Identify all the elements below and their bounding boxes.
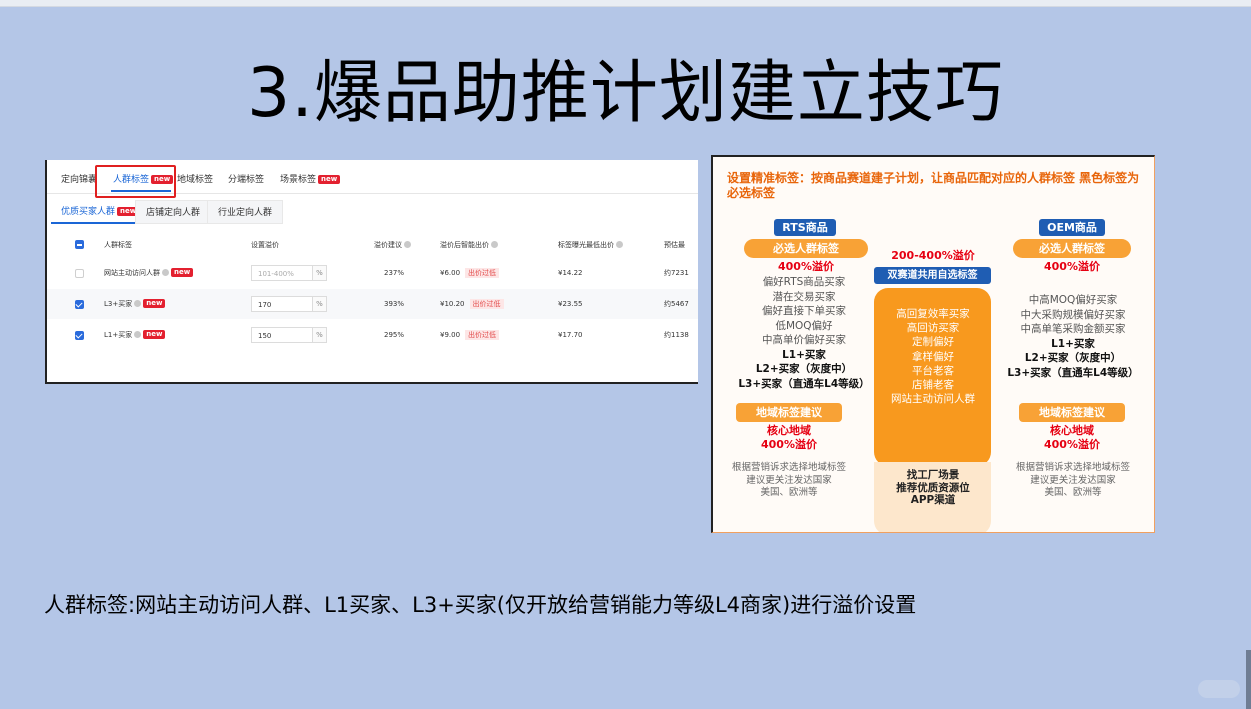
smart-bid: ¥9.00 出价过低 xyxy=(440,330,500,340)
rts-rate: 400%溢价 xyxy=(778,260,834,273)
subtab-store-crowd[interactable]: 店铺定向人群 xyxy=(135,200,212,224)
new-badge: new xyxy=(318,175,341,184)
subtab-industry-crowd[interactable]: 行业定向人群 xyxy=(207,200,284,224)
watermark xyxy=(1198,680,1240,698)
help-icon[interactable] xyxy=(134,300,142,307)
crowd-tag-name: 网站主动访问人群 new xyxy=(104,268,194,278)
center-rate: 200-400%溢价 xyxy=(891,249,975,262)
region-left-note: 根据营销诉求选择地域标签 建议更关注发达国家 美国、欧洲等 xyxy=(731,462,846,498)
bid-too-low-chip: 出价过低 xyxy=(465,268,500,278)
estimate: 约7231 xyxy=(664,269,689,277)
row-checkbox[interactable] xyxy=(75,331,84,340)
column-header-min-bid: 标签曝光最低出价 xyxy=(558,240,623,250)
scene-list: 找工厂场景 推荐优质资源位 APP渠道 xyxy=(896,469,970,506)
tag-strategy-infographic: 设置精准标签：按商品赛道建子计划，让商品匹配对应的人群标签 黑色标签为必选标签 … xyxy=(711,155,1155,533)
rts-title: RTS商品 xyxy=(774,219,836,236)
premium-suggestion: 393% xyxy=(384,300,405,308)
help-icon[interactable] xyxy=(491,241,498,248)
tab-scene-tags[interactable]: 场景标签 new xyxy=(280,174,341,186)
oem-title: OEM商品 xyxy=(1039,219,1105,236)
region-right-note: 根据营销诉求选择地域标签 建议更关注发达国家 美国、欧洲等 xyxy=(1015,462,1130,498)
crowd-tag-panel: 定向锦囊 人群标签 new 地域标签 分端标签 场景标签 new 优质买家人群 new… xyxy=(45,160,698,384)
rts-tag-list: 偏好RTS商品买家 潜在交易买家 偏好直接下单买家 低MOQ偏好 中高单价偏好买… xyxy=(738,276,870,390)
new-badge: new xyxy=(171,268,194,277)
crowd-tag-name: L3+买家 new xyxy=(104,299,166,309)
region-right-pill: 地域标签建议 xyxy=(1019,403,1125,422)
help-icon[interactable] xyxy=(162,269,169,276)
column-header-suggestion: 溢价建议 xyxy=(374,240,411,250)
region-right-core: 核心地域 xyxy=(1050,424,1094,437)
help-icon[interactable] xyxy=(404,241,411,248)
oem-required-pill: 必选人群标签 xyxy=(1013,239,1131,258)
table-row: L1+买家 new 150% 295% ¥9.00 出价过低 ¥17.70 约113… xyxy=(47,320,698,350)
highlight-box xyxy=(95,165,176,198)
column-header-smart-bid: 溢价后智能出价 xyxy=(440,240,498,250)
region-left-core: 核心地域 xyxy=(767,424,811,437)
min-bid: ¥14.22 xyxy=(558,269,583,277)
tab-region-tags[interactable]: 地域标签 xyxy=(177,174,213,186)
infographic-headline: 设置精准标签：按商品赛道建子计划，让商品匹配对应的人群标签 黑色标签为必选标签 xyxy=(727,171,1140,200)
min-bid: ¥17.70 xyxy=(558,331,583,339)
help-icon[interactable] xyxy=(134,331,142,338)
oem-tag-list: 中高MOQ偏好买家 中大采购规模偏好买家 中高单笔采购金额买家 L1+买家 L2… xyxy=(1007,294,1139,379)
premium-suggestion: 237% xyxy=(384,269,405,277)
premium-input[interactable]: 170% xyxy=(251,296,327,312)
rts-required-pill: 必选人群标签 xyxy=(744,239,868,258)
column-header-tag: 人群标签 xyxy=(104,241,132,249)
smart-bid: ¥6.00 出价过低 xyxy=(440,268,500,278)
bid-too-low-chip: 出价过低 xyxy=(465,330,500,340)
crowd-tag-name: L1+买家 new xyxy=(104,330,166,340)
table-row: L3+买家 new 170% 393% ¥10.20 出价过低 ¥23.55 约54… xyxy=(47,289,698,319)
premium-input[interactable]: 150% xyxy=(251,327,327,343)
region-right-rate: 400%溢价 xyxy=(1044,438,1100,451)
select-all-checkbox[interactable] xyxy=(75,240,84,249)
shared-tag-list: 高回复效率买家 高回访买家 定制偏好 拿样偏好 平台老客 店铺老客 网站主动访问… xyxy=(891,308,975,406)
table-row: 网站主动访问人群 new 101-400%% 237% ¥6.00 出价过低 ¥14… xyxy=(47,258,698,288)
tab-device-tags[interactable]: 分端标签 xyxy=(228,174,264,186)
crowd-subtabs: 优质买家人群 new 店铺定向人群 行业定向人群 xyxy=(47,200,698,224)
new-badge: new xyxy=(143,299,166,308)
estimate: 约1138 xyxy=(664,331,689,339)
shared-tags-title: 双赛道共用自选标签 xyxy=(874,267,991,284)
help-icon[interactable] xyxy=(616,241,623,248)
oem-rate: 400%溢价 xyxy=(1044,260,1100,273)
premium-input[interactable]: 101-400%% xyxy=(251,265,327,281)
slide-caption: 人群标签:网站主动访问人群、L1买家、L3+买家(仅开放给营销能力等级L4商家)… xyxy=(44,593,917,617)
region-left-rate: 400%溢价 xyxy=(761,438,817,451)
scrollbar-edge[interactable] xyxy=(1246,650,1251,709)
new-badge: new xyxy=(143,330,166,339)
premium-suggestion: 295% xyxy=(384,331,405,339)
row-checkbox[interactable] xyxy=(75,300,84,309)
estimate: 约5467 xyxy=(664,300,689,308)
tab-targeting-tips[interactable]: 定向锦囊 xyxy=(61,174,97,186)
row-checkbox[interactable] xyxy=(75,269,84,278)
smart-bid: ¥10.20 出价过低 xyxy=(440,299,504,309)
column-header-estimate: 预估最 xyxy=(664,241,685,249)
slide-title: 3.爆品助推计划建立技巧 xyxy=(247,54,1004,133)
bid-too-low-chip: 出价过低 xyxy=(469,299,504,309)
min-bid: ¥23.55 xyxy=(558,300,583,308)
column-header-premium: 设置溢价 xyxy=(251,241,279,249)
window-top-bar xyxy=(0,0,1251,7)
region-left-pill: 地域标签建议 xyxy=(736,403,842,422)
